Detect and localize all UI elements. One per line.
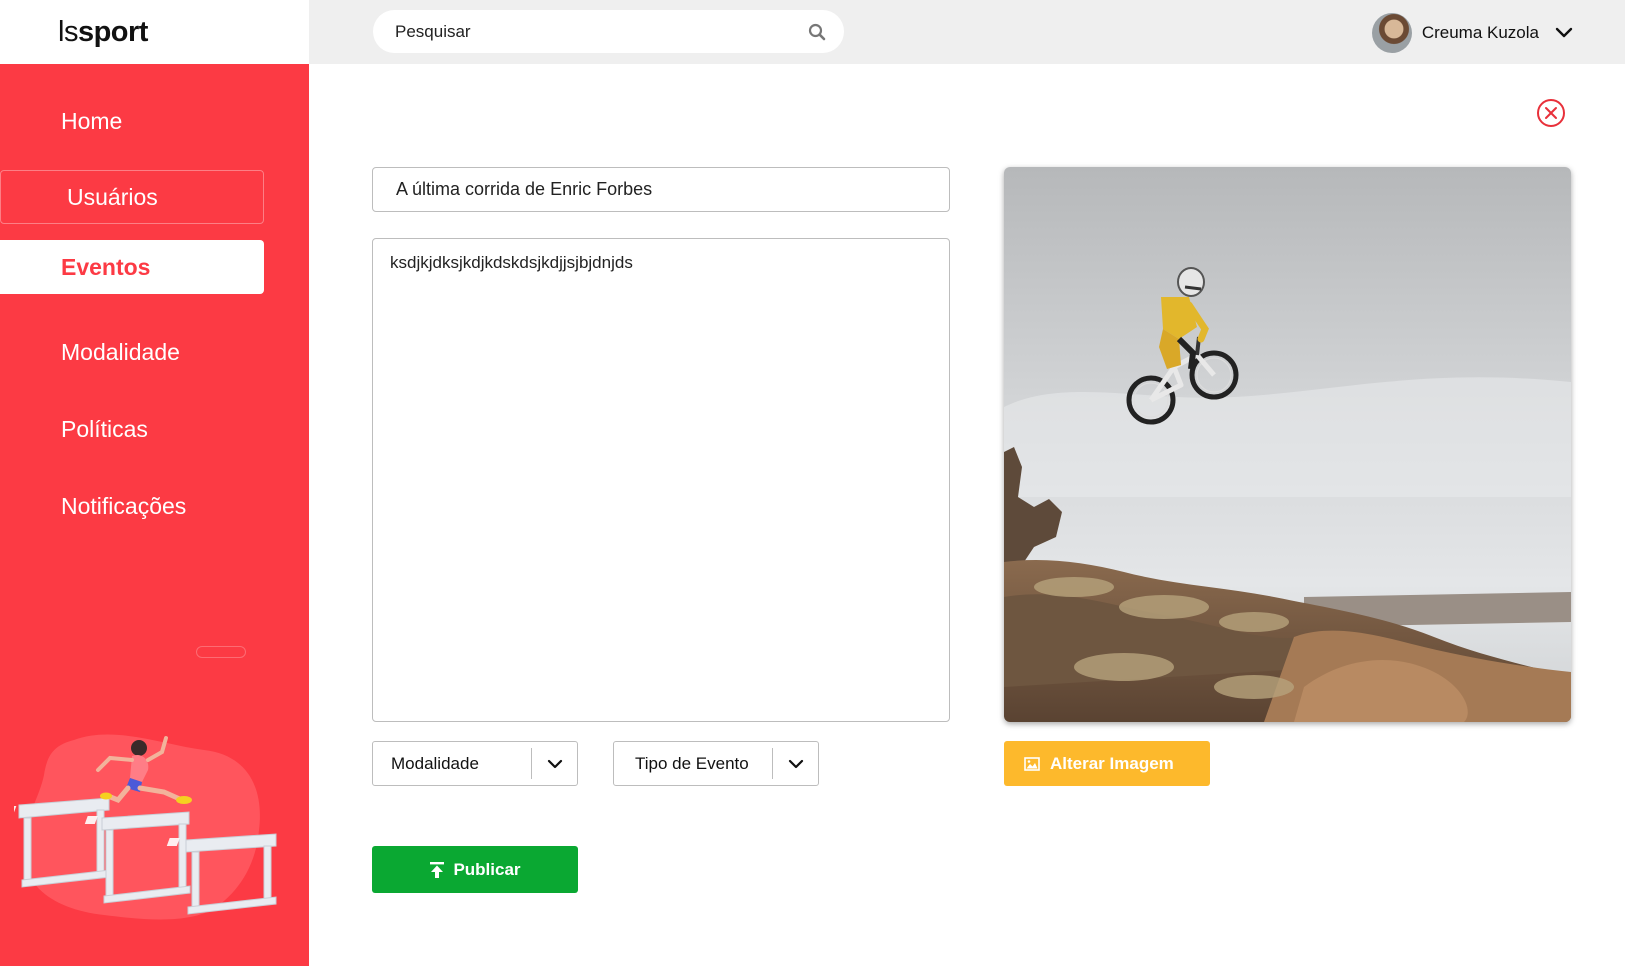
sidebar-item-home[interactable]: Home xyxy=(0,94,264,148)
avatar[interactable] xyxy=(1371,13,1412,53)
sidebar-item-label: Políticas xyxy=(61,415,148,442)
sidebar-item-notificacoes[interactable]: Notificações xyxy=(0,479,264,533)
sidebar: lssport Home Usuários Eventos Modalidade… xyxy=(0,0,309,966)
upload-icon xyxy=(430,861,445,878)
scroll-indicator xyxy=(196,646,246,658)
search-icon[interactable] xyxy=(808,23,826,41)
sidebar-item-eventos[interactable]: Eventos xyxy=(0,240,264,294)
user-menu[interactable]: Creuma Kuzola xyxy=(1371,12,1573,54)
app-logo[interactable]: lssport xyxy=(58,16,148,49)
logo-area: lssport xyxy=(0,0,309,64)
chevron-down-icon[interactable] xyxy=(532,759,577,769)
event-description-textarea[interactable]: ksdjkjdksjkdjkdskdsjkdjjsjbjdnjds xyxy=(372,238,950,722)
chevron-down-icon[interactable] xyxy=(1555,27,1573,39)
hurdle-runner-illustration xyxy=(14,734,277,920)
sidebar-item-modalidade[interactable]: Modalidade xyxy=(0,325,264,379)
sidebar-item-label: Modalidade xyxy=(61,338,180,365)
sidebar-item-label: Eventos xyxy=(61,253,151,280)
user-name: Creuma Kuzola xyxy=(1421,23,1539,42)
modalidade-select-label: Modalidade xyxy=(391,753,479,773)
image-icon xyxy=(1024,756,1040,771)
event-image xyxy=(1004,167,1571,722)
chevron-down-icon[interactable] xyxy=(773,759,818,769)
change-image-button-label: Alterar Imagem xyxy=(1050,753,1174,773)
publish-button-label: Publicar xyxy=(453,859,521,879)
publish-button[interactable]: Publicar xyxy=(372,846,578,893)
modalidade-select[interactable]: Modalidade xyxy=(372,741,578,786)
change-image-button[interactable]: Alterar Imagem xyxy=(1004,741,1210,786)
top-bar: Creuma Kuzola xyxy=(309,0,1625,64)
tipo-evento-select[interactable]: Tipo de Evento xyxy=(613,741,819,786)
sidebar-item-label: Home xyxy=(61,107,123,134)
sidebar-item-usuarios[interactable]: Usuários xyxy=(0,170,264,224)
tipo-evento-select-label: Tipo de Evento xyxy=(635,753,749,773)
event-title-input[interactable] xyxy=(372,167,950,212)
sidebar-item-politicas[interactable]: Políticas xyxy=(0,402,264,456)
sidebar-item-label: Usuários xyxy=(67,183,158,210)
close-icon[interactable] xyxy=(1536,98,1566,128)
search-bar[interactable] xyxy=(373,10,844,53)
sidebar-item-label: Notificações xyxy=(61,492,187,519)
search-input[interactable] xyxy=(395,21,808,42)
